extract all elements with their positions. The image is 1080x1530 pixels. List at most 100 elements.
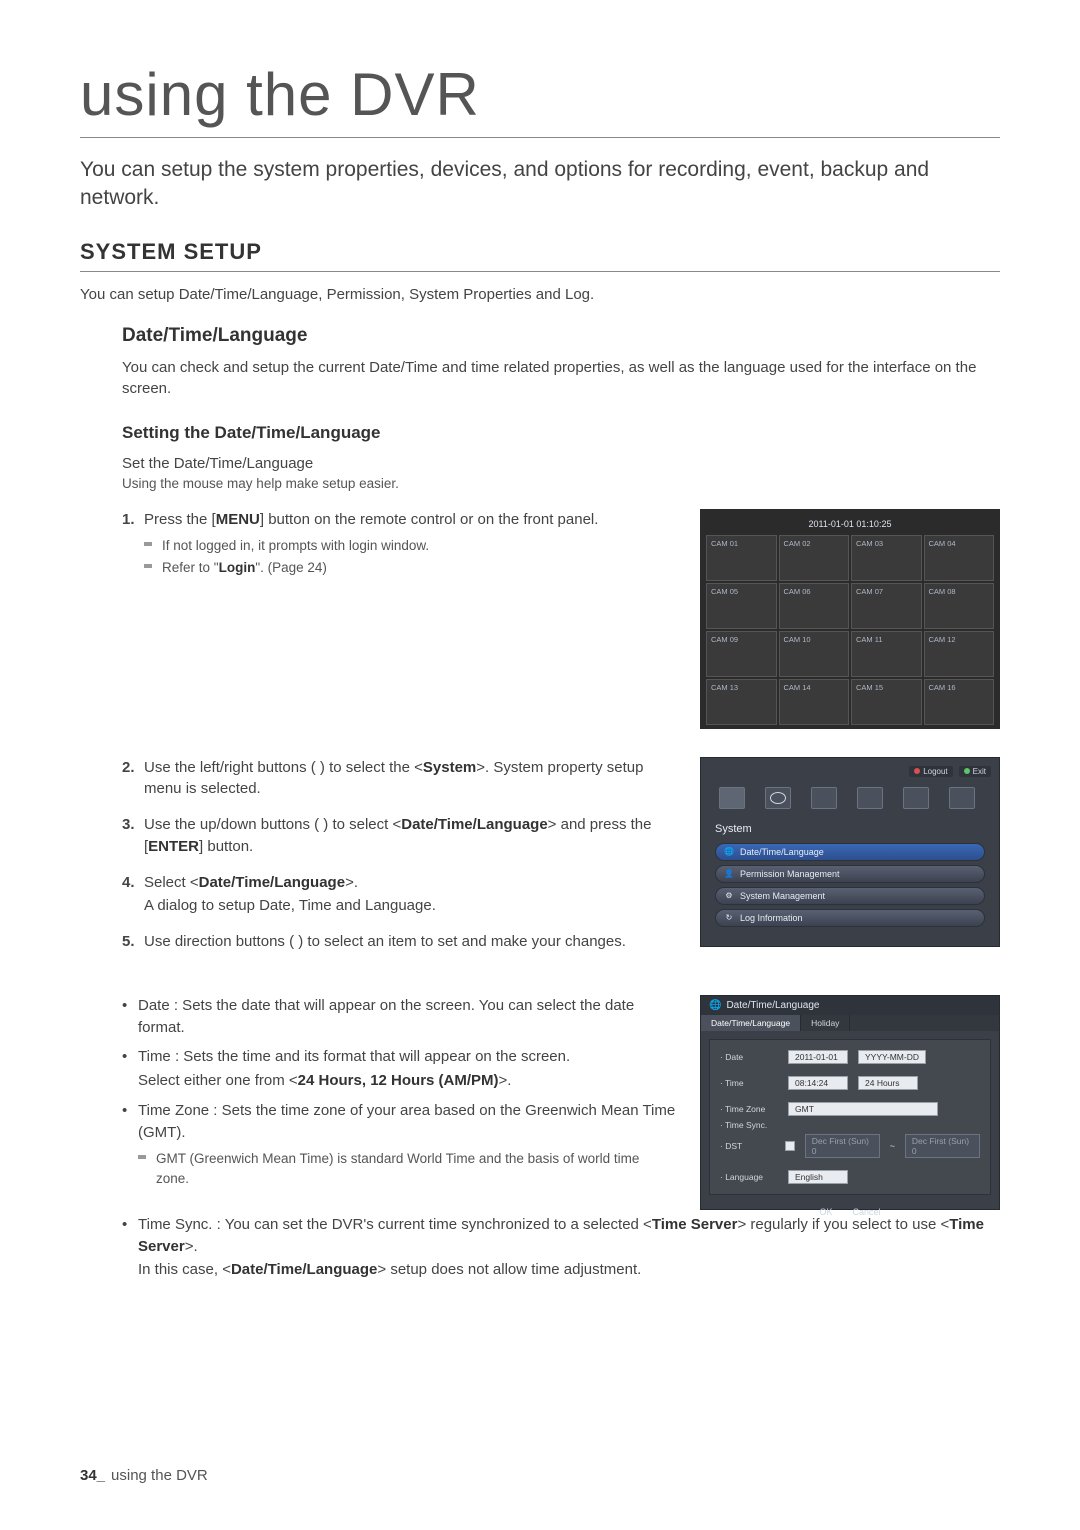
- bullet-tail-bold: 24 Hours, 12 Hours (AM/PM): [298, 1072, 499, 1089]
- label-tz: Time Zone: [720, 1104, 778, 1114]
- date-format: YYYY-MM-DD: [858, 1050, 926, 1064]
- page-number: 34_: [80, 1467, 105, 1484]
- step-3: 3. Use the up/down buttons ( ) to select…: [122, 814, 676, 858]
- bullet-time: Time : Sets the time and its format that…: [122, 1046, 676, 1092]
- setting-line2: Using the mouse may help make setup easi…: [122, 476, 1000, 491]
- cam-cell: CAM 15: [851, 679, 922, 725]
- date-value: 2011-01-01: [788, 1050, 848, 1064]
- bullet-text: Time : Sets the time and its format that…: [138, 1048, 570, 1065]
- page-intro: You can setup the system properties, dev…: [80, 156, 1000, 213]
- cam-cell: CAM 07: [851, 583, 922, 629]
- label-dst: DST: [720, 1141, 775, 1151]
- row-dst: DST Dec First (Sun) 0 ~ Dec First (Sun) …: [720, 1134, 980, 1158]
- bullet-tail-bold: Date/Time/Language: [231, 1261, 377, 1278]
- bullet-text: > regularly if you select to use <: [737, 1216, 949, 1233]
- date-time-dialog-screenshot: 🌐 Date/Time/Language Date/Time/Language …: [700, 995, 1000, 1210]
- step-sub: Refer to "Login". (Page 24): [144, 558, 676, 578]
- step-num: 5.: [122, 931, 135, 953]
- tz-value: GMT: [788, 1102, 938, 1116]
- system-setup-desc: You can setup Date/Time/Language, Permis…: [80, 286, 1000, 303]
- tilde-icon: ~: [890, 1141, 895, 1151]
- cam-cell: CAM 09: [706, 631, 777, 677]
- label-sync: Time Sync.: [720, 1120, 778, 1130]
- step-1: 1. Press the [MENU] button on the remote…: [122, 509, 676, 578]
- menu-item-permission: 👤Permission Management: [715, 865, 985, 883]
- cam-cell: CAM 05: [706, 583, 777, 629]
- step-text: ] button on the remote control or on the…: [260, 511, 599, 528]
- gear-icon: ⚙: [724, 891, 734, 901]
- event-icon: [857, 787, 883, 809]
- dialog-title: Date/Time/Language: [726, 1000, 819, 1011]
- label-lang: Language: [720, 1172, 778, 1182]
- step-bold: ENTER: [148, 838, 199, 855]
- globe-icon: 🌐: [709, 1000, 721, 1011]
- step-tail: A dialog to setup Date, Time and Languag…: [144, 895, 676, 917]
- menu-item-sysmgmt: ⚙ System Management: [715, 887, 985, 905]
- row-tz: Time Zone GMT: [720, 1102, 980, 1116]
- dst-from: Dec First (Sun) 0: [805, 1134, 880, 1158]
- step-bold: Date/Time/Language: [401, 816, 547, 833]
- step-5: 5. Use direction buttons ( ) to select a…: [122, 931, 676, 953]
- bullet-date: Date : Sets the date that will appear on…: [122, 995, 676, 1039]
- cam-cell: CAM 08: [924, 583, 995, 629]
- logout-chip: Logout: [909, 766, 952, 777]
- step-2: 2. Use the left/right buttons ( ) to sel…: [122, 757, 676, 801]
- cam-cell: CAM 12: [924, 631, 995, 677]
- camera-icon: [765, 787, 791, 809]
- step-num: 3.: [122, 814, 135, 836]
- record-icon: [811, 787, 837, 809]
- page-title: using the DVR: [80, 60, 1000, 138]
- tab-holiday: Holiday: [801, 1015, 850, 1031]
- row-sync: Time Sync.: [720, 1120, 980, 1130]
- dst-to: Dec First (Sun) 0: [905, 1134, 980, 1158]
- cam-cell: CAM 10: [779, 631, 850, 677]
- page-footer: 34_ using the DVR: [80, 1467, 208, 1484]
- cam-cell: CAM 03: [851, 535, 922, 581]
- red-dot-icon: [914, 768, 920, 774]
- exit-chip: Exit: [959, 766, 991, 777]
- bullet-text: Time Zone : Sets the time zone of your a…: [138, 1102, 675, 1141]
- step-sub-text: ". (Page 24): [255, 560, 327, 575]
- step-sub-bold: Login: [219, 560, 256, 575]
- step-text: Use the up/down buttons ( ) to select <: [144, 816, 401, 833]
- lang-value: English: [788, 1170, 848, 1184]
- step-4: 4. Select <Date/Time/Language>. A dialog…: [122, 872, 676, 918]
- bullet-text: Time Sync. : You can set the DVR's curre…: [138, 1216, 652, 1233]
- exit-label: Exit: [973, 767, 986, 776]
- cam-cell: CAM 02: [779, 535, 850, 581]
- dvr-grid-screenshot: 2011-01-01 01:10:25 CAM 01 CAM 02 CAM 03…: [700, 509, 1000, 729]
- cam-cell: CAM 11: [851, 631, 922, 677]
- row-time: Time 08:14:24 24 Hours: [720, 1076, 980, 1090]
- cam-cell: CAM 14: [779, 679, 850, 725]
- user-icon: 👤: [724, 869, 734, 879]
- cam-cell: CAM 16: [924, 679, 995, 725]
- row-lang: Language English: [720, 1170, 980, 1184]
- step-text: Use direction buttons ( ) to select an i…: [144, 933, 626, 950]
- logout-label: Logout: [923, 767, 947, 776]
- bullet-tail: Select either one from <24 Hours, 12 Hou…: [138, 1070, 676, 1092]
- menu-item-log: ↻ Log Information: [715, 909, 985, 927]
- menu-item-dtl: 🌐Date/Time/Language: [715, 843, 985, 861]
- bullet-sync: Time Sync. : You can set the DVR's curre…: [122, 1214, 1000, 1281]
- step-text: >.: [345, 874, 358, 891]
- time-value: 08:14:24: [788, 1076, 848, 1090]
- bullet-tz: Time Zone : Sets the time zone of your a…: [122, 1100, 676, 1189]
- menu-item-label: Log Information: [740, 913, 803, 923]
- cam-cell: CAM 04: [924, 535, 995, 581]
- globe-icon: 🌐: [724, 847, 734, 857]
- network-icon: [949, 787, 975, 809]
- dtl-desc: You can check and setup the current Date…: [122, 357, 1000, 399]
- refresh-icon: ↻: [724, 913, 734, 923]
- bullet-tail-text: > setup does not allow time adjustment.: [377, 1261, 641, 1278]
- step-bold: Date/Time/Language: [199, 874, 345, 891]
- step-text: Use the left/right buttons ( ) to select…: [144, 759, 423, 776]
- label-time: Time: [720, 1078, 778, 1088]
- bullet-text: >.: [185, 1238, 198, 1255]
- bullet-sub: GMT (Greenwich Mean Time) is standard Wo…: [138, 1149, 676, 1188]
- menu-item-label: System Management: [740, 891, 825, 901]
- cam-cell: CAM 06: [779, 583, 850, 629]
- step-num: 4.: [122, 872, 135, 894]
- system-setup-heading: SYSTEM SETUP: [80, 239, 1000, 272]
- step-sub-text: Refer to ": [162, 560, 219, 575]
- footer-label: using the DVR: [111, 1467, 208, 1484]
